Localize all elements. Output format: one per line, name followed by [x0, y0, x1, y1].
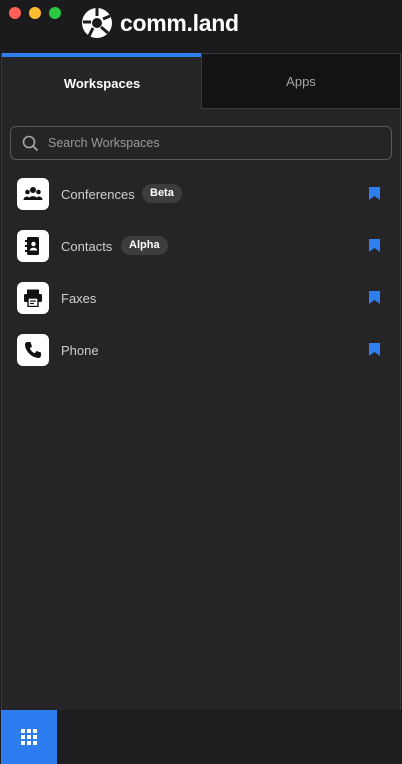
workspace-label: Contacts [61, 239, 113, 254]
workspace-item-contacts[interactable]: Contacts Alpha [2, 222, 402, 274]
title-bar: comm.land [0, 0, 402, 54]
phone-icon [17, 334, 49, 366]
tab-workspaces[interactable]: Workspaces [2, 53, 202, 109]
workspace-item-faxes[interactable]: Faxes [2, 274, 402, 326]
users-group-icon [17, 178, 49, 210]
bookmark-icon[interactable] [369, 187, 380, 200]
bookmark-icon[interactable] [369, 291, 380, 304]
address-book-icon [17, 230, 49, 262]
comm-land-logo-icon [82, 8, 112, 38]
workspace-label: Conferences [61, 187, 135, 202]
sidebar-panel: Workspaces Apps Conferences Beta [1, 53, 401, 710]
workspace-item-conferences[interactable]: Conferences Beta [2, 170, 402, 222]
search-icon [22, 135, 38, 151]
search-input[interactable] [46, 135, 370, 151]
workspace-label: Faxes [61, 291, 97, 306]
status-badge: Beta [142, 184, 182, 203]
window-maximize-button[interactable] [49, 7, 61, 19]
brand-name: comm.land [120, 9, 239, 36]
brand-logo: comm.land [80, 5, 239, 41]
status-badge: Alpha [121, 236, 168, 255]
window-close-button[interactable] [9, 7, 21, 19]
apps-grid-button[interactable] [1, 710, 57, 764]
fax-icon [17, 282, 49, 314]
search-box[interactable] [10, 126, 392, 160]
window-minimize-button[interactable] [29, 7, 41, 19]
bookmark-icon[interactable] [369, 343, 380, 356]
tab-bar: Workspaces Apps [2, 53, 402, 109]
footer-bar [0, 710, 402, 764]
bookmark-icon[interactable] [369, 239, 380, 252]
grid-icon [21, 729, 37, 745]
tab-apps[interactable]: Apps [201, 53, 401, 109]
workspace-item-phone[interactable]: Phone [2, 326, 402, 378]
workspace-label: Phone [61, 343, 99, 358]
